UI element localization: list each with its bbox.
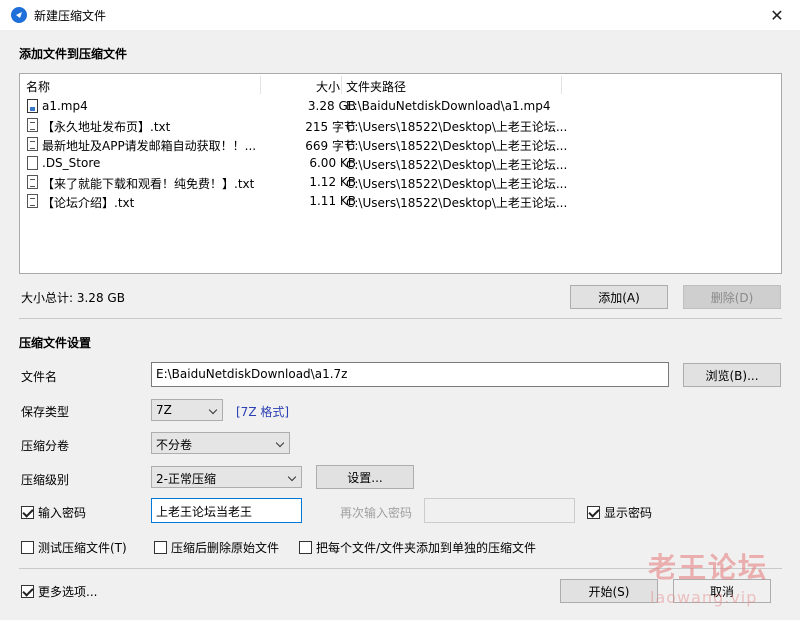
- settings-button[interactable]: 设置...: [316, 465, 414, 489]
- settings-section-title: 压缩文件设置: [19, 336, 92, 350]
- each-separate-checkbox[interactable]: 把每个文件/文件夹添加到单独的压缩文件: [299, 539, 536, 556]
- start-button[interactable]: 开始(S): [560, 579, 658, 603]
- file-path: E:\BaiduNetdiskDownload\a1.mp4: [346, 99, 551, 113]
- format-link[interactable]: [7Z 格式]: [236, 403, 289, 420]
- file-path: C:\Users\18522\Desktop\上老王论坛...: [346, 177, 568, 191]
- level-select[interactable]: 2-正常压缩: [151, 466, 302, 488]
- level-label: 压缩级别: [21, 473, 70, 487]
- file-size: 3.28 GB: [307, 99, 356, 113]
- video-file-icon: [27, 99, 38, 113]
- text-file-icon: [27, 194, 38, 208]
- close-icon[interactable]: ✕: [754, 0, 800, 30]
- title-bar: 新建压缩文件 ✕: [0, 0, 800, 30]
- file-name: 【论坛介绍】.txt: [42, 196, 135, 210]
- more-options-label: 更多选项...: [38, 585, 98, 599]
- delete-after-checkbox[interactable]: 压缩后删除原始文件: [154, 539, 279, 556]
- file-name: .DS_Store: [42, 156, 101, 170]
- split-value: 不分卷: [156, 438, 193, 452]
- add-button[interactable]: 添加(A): [570, 285, 668, 309]
- show-password-checkbox[interactable]: 显示密码: [587, 504, 652, 521]
- file-name: a1.mp4: [42, 99, 88, 113]
- column-header-path[interactable]: 文件夹路径: [346, 78, 406, 95]
- text-file-icon: [27, 175, 38, 189]
- file-name: 【永久地址发布页】.txt: [42, 120, 171, 134]
- file-size: 669 字节: [305, 139, 356, 153]
- file-size: 215 字节: [305, 120, 356, 134]
- file-size: 1.11 KB: [309, 194, 356, 208]
- file-list[interactable]: 名称 大小 文件夹路径 a1.mp4 3.28 GB E:\BaiduNetdi…: [19, 73, 782, 274]
- file-size: 1.12 KB: [309, 175, 356, 189]
- checkbox-unchecked-icon: [154, 541, 167, 554]
- file-name: 【来了就能下载和观看！纯免费！】.txt: [42, 177, 255, 191]
- total-size-label: 大小总计: 3.28 GB: [21, 291, 125, 305]
- table-row[interactable]: a1.mp4 3.28 GB E:\BaiduNetdiskDownload\a…: [20, 97, 781, 116]
- chevron-down-icon: [208, 405, 218, 415]
- watermark-url: laowang.vip: [650, 588, 758, 607]
- more-options-checkbox[interactable]: 更多选项...: [21, 583, 97, 600]
- test-archive-label: 测试压缩文件(T): [38, 541, 127, 555]
- column-divider[interactable]: [341, 76, 342, 94]
- column-divider[interactable]: [561, 76, 562, 94]
- each-separate-label: 把每个文件/文件夹添加到单独的压缩文件: [316, 541, 537, 555]
- files-section-title: 添加文件到压缩文件: [19, 47, 128, 61]
- test-archive-checkbox[interactable]: 测试压缩文件(T): [21, 539, 127, 556]
- table-row[interactable]: 最新地址及APP请发邮箱自动获取！！... 669 字节 C:\Users\18…: [20, 135, 781, 154]
- save-type-label: 保存类型: [21, 405, 70, 419]
- chevron-down-icon: [275, 438, 285, 448]
- column-divider[interactable]: [260, 76, 261, 94]
- password-label: 输入密码: [38, 506, 87, 520]
- filename-input[interactable]: E:\BaiduNetdiskDownload\a1.7z: [151, 362, 669, 387]
- checkbox-checked-icon: [21, 506, 34, 519]
- save-type-value: 7Z: [156, 403, 172, 417]
- file-size: 6.00 KB: [309, 156, 356, 170]
- checkbox-unchecked-icon: [21, 541, 34, 554]
- text-file-icon: [27, 118, 38, 132]
- level-value: 2-正常压缩: [156, 472, 216, 486]
- split-select[interactable]: 不分卷: [151, 432, 290, 454]
- window-title: 新建压缩文件: [34, 9, 107, 23]
- file-name: 最新地址及APP请发邮箱自动获取！！...: [42, 139, 257, 153]
- reenter-password-input[interactable]: [424, 498, 575, 523]
- app-logo-icon: [11, 7, 27, 23]
- column-header-size[interactable]: 大小: [316, 78, 340, 95]
- delete-after-label: 压缩后删除原始文件: [171, 541, 280, 555]
- checkbox-unchecked-icon: [299, 541, 312, 554]
- save-type-select[interactable]: 7Z: [151, 399, 223, 421]
- browse-button[interactable]: 浏览(B)...: [683, 363, 781, 387]
- file-path: C:\Users\18522\Desktop\上老王论坛...: [346, 120, 568, 134]
- show-password-label: 显示密码: [604, 506, 653, 520]
- filename-label: 文件名: [21, 370, 58, 384]
- table-row[interactable]: 【永久地址发布页】.txt 215 字节 C:\Users\18522\Desk…: [20, 116, 781, 135]
- checkbox-checked-icon: [587, 506, 600, 519]
- password-input[interactable]: 上老王论坛当老王: [151, 498, 302, 523]
- checkbox-checked-icon: [21, 585, 34, 598]
- password-checkbox[interactable]: 输入密码: [21, 504, 86, 521]
- section-divider: [19, 318, 782, 319]
- split-label: 压缩分卷: [21, 439, 70, 453]
- list-header: 名称 大小 文件夹路径: [20, 74, 781, 96]
- file-path: C:\Users\18522\Desktop\上老王论坛...: [346, 196, 568, 210]
- text-file-icon: [27, 137, 38, 151]
- table-row[interactable]: 【论坛介绍】.txt 1.11 KB C:\Users\18522\Deskto…: [20, 192, 781, 211]
- chevron-down-icon: [287, 472, 297, 482]
- column-header-name[interactable]: 名称: [26, 78, 50, 95]
- watermark-text: 老王论坛: [648, 551, 769, 584]
- table-row[interactable]: 【来了就能下载和观看！纯免费！】.txt 1.12 KB C:\Users\18…: [20, 173, 781, 192]
- table-row[interactable]: .DS_Store 6.00 KB C:\Users\18522\Desktop…: [20, 154, 781, 173]
- reenter-password-label: 再次输入密码: [340, 506, 413, 520]
- file-path: C:\Users\18522\Desktop\上老王论坛...: [346, 139, 568, 153]
- blank-file-icon: [27, 156, 38, 170]
- file-path: C:\Users\18522\Desktop\上老王论坛...: [346, 158, 568, 172]
- delete-button[interactable]: 删除(D): [683, 285, 781, 309]
